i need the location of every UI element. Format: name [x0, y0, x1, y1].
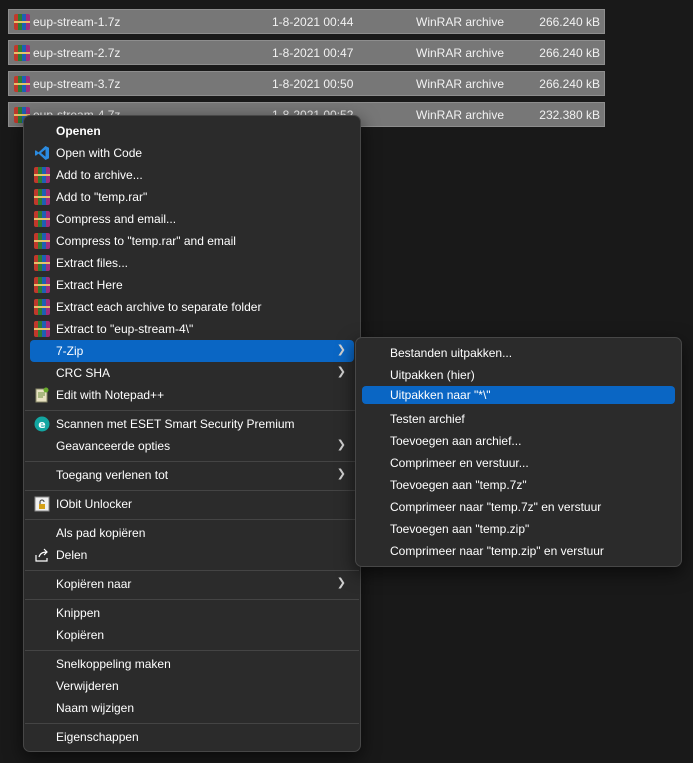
menu-separator	[25, 461, 359, 462]
winrar-icon	[34, 233, 50, 249]
winrar-icon	[34, 321, 50, 337]
menu-separator	[25, 410, 359, 411]
eset-icon: e	[34, 416, 50, 432]
winrar-icon	[34, 211, 50, 227]
submenu-item-extract-here[interactable]: Uitpakken (hier)	[362, 364, 675, 386]
file-size: 266.240 kB	[539, 15, 600, 29]
menu-item-grant-access[interactable]: Toegang verlenen tot ❯	[30, 464, 354, 486]
file-date: 1-8-2021 00:50	[272, 77, 354, 91]
file-row-2[interactable]: eup-stream-2.7z 1-8-2021 00:47 WinRAR ar…	[8, 40, 605, 65]
share-icon	[34, 547, 50, 563]
file-size: 266.240 kB	[539, 77, 600, 91]
winrar-icon	[34, 167, 50, 183]
svg-text:e: e	[38, 418, 45, 431]
submenu-item-extract-to-folder[interactable]: Uitpakken naar "*\"	[362, 386, 675, 404]
file-type: WinRAR archive	[416, 108, 505, 122]
file-size: 266.240 kB	[539, 46, 600, 60]
menu-separator	[25, 570, 359, 571]
submenu-item-compress-to-temp-7z-send[interactable]: Comprimeer naar "temp.7z" en verstuur	[362, 496, 675, 518]
submenu-item-compress-and-send[interactable]: Comprimeer en verstuur...	[362, 452, 675, 474]
file-name: eup-stream-2.7z	[33, 46, 121, 60]
menu-item-iobit-unlocker[interactable]: IObit Unlocker	[30, 493, 354, 515]
context-menu: Openen Open with Code Add to archive... …	[23, 115, 361, 752]
winrar-icon	[34, 299, 50, 315]
menu-item-eset-scan[interactable]: e Scannen met ESET Smart Security Premiu…	[30, 413, 354, 435]
chevron-right-icon: ❯	[336, 439, 346, 451]
menu-item-advanced-options[interactable]: Geavanceerde opties ❯	[30, 435, 354, 457]
file-name: eup-stream-3.7z	[33, 77, 121, 91]
menu-item-edit-with-notepad[interactable]: Edit with Notepad++	[30, 384, 354, 406]
menu-separator	[25, 599, 359, 600]
menu-item-create-shortcut[interactable]: Snelkoppeling maken	[30, 653, 354, 675]
menu-item-extract-each-archive[interactable]: Extract each archive to separate folder	[30, 296, 354, 318]
file-type: WinRAR archive	[416, 77, 505, 91]
menu-separator	[25, 519, 359, 520]
winrar-icon	[34, 189, 50, 205]
menu-separator	[25, 490, 359, 491]
chevron-right-icon: ❯	[336, 344, 346, 356]
iobit-unlocker-icon	[34, 496, 50, 512]
menu-item-copy[interactable]: Kopiëren	[30, 624, 354, 646]
winrar-icon	[34, 277, 50, 293]
file-date: 1-8-2021 00:47	[272, 46, 354, 60]
winrar-archive-icon	[14, 14, 30, 30]
file-type: WinRAR archive	[416, 46, 505, 60]
menu-item-add-to-temp-rar[interactable]: Add to "temp.rar"	[30, 186, 354, 208]
menu-item-add-to-archive[interactable]: Add to archive...	[30, 164, 354, 186]
file-name: eup-stream-1.7z	[33, 15, 121, 29]
file-row-3[interactable]: eup-stream-3.7z 1-8-2021 00:50 WinRAR ar…	[8, 71, 605, 96]
submenu-7zip: Bestanden uitpakken... Uitpakken (hier) …	[355, 337, 682, 567]
menu-item-7zip[interactable]: 7-Zip ❯	[30, 340, 354, 362]
menu-item-open-with-code[interactable]: Open with Code	[30, 142, 354, 164]
submenu-item-add-to-temp-7z[interactable]: Toevoegen aan "temp.7z"	[362, 474, 675, 496]
submenu-item-add-to-temp-zip[interactable]: Toevoegen aan "temp.zip"	[362, 518, 675, 540]
menu-item-compress-and-email[interactable]: Compress and email...	[30, 208, 354, 230]
menu-item-share[interactable]: Delen	[30, 544, 354, 566]
chevron-right-icon: ❯	[336, 577, 346, 589]
submenu-item-compress-to-temp-zip-send[interactable]: Comprimeer naar "temp.zip" en verstuur	[362, 540, 675, 562]
vscode-icon	[34, 145, 50, 161]
menu-separator	[25, 650, 359, 651]
menu-item-openen[interactable]: Openen	[30, 120, 354, 142]
menu-item-cut[interactable]: Knippen	[30, 602, 354, 624]
chevron-right-icon: ❯	[336, 468, 346, 480]
file-row-1[interactable]: eup-stream-1.7z 1-8-2021 00:44 WinRAR ar…	[8, 9, 605, 34]
menu-item-extract-files[interactable]: Extract files...	[30, 252, 354, 274]
file-size: 232.380 kB	[539, 108, 600, 122]
submenu-item-extract-files[interactable]: Bestanden uitpakken...	[362, 342, 675, 364]
menu-separator	[25, 723, 359, 724]
chevron-right-icon: ❯	[336, 366, 346, 378]
submenu-item-test-archive[interactable]: Testen archief	[362, 408, 675, 430]
file-date: 1-8-2021 00:44	[272, 15, 354, 29]
file-type: WinRAR archive	[416, 15, 505, 29]
menu-item-extract-to-folder[interactable]: Extract to "eup-stream-4\"	[30, 318, 354, 340]
menu-item-copy-as-path[interactable]: Als pad kopiëren	[30, 522, 354, 544]
menu-item-crc-sha[interactable]: CRC SHA ❯	[30, 362, 354, 384]
notepad-plus-icon	[34, 387, 50, 403]
menu-item-properties[interactable]: Eigenschappen	[30, 726, 354, 748]
winrar-archive-icon	[14, 76, 30, 92]
menu-item-compress-to-temp-rar-email[interactable]: Compress to "temp.rar" and email	[30, 230, 354, 252]
submenu-item-add-to-archive[interactable]: Toevoegen aan archief...	[362, 430, 675, 452]
menu-item-rename[interactable]: Naam wijzigen	[30, 697, 354, 719]
menu-item-delete[interactable]: Verwijderen	[30, 675, 354, 697]
menu-item-copy-to[interactable]: Kopiëren naar ❯	[30, 573, 354, 595]
menu-item-extract-here[interactable]: Extract Here	[30, 274, 354, 296]
winrar-icon	[34, 255, 50, 271]
winrar-archive-icon	[14, 45, 30, 61]
